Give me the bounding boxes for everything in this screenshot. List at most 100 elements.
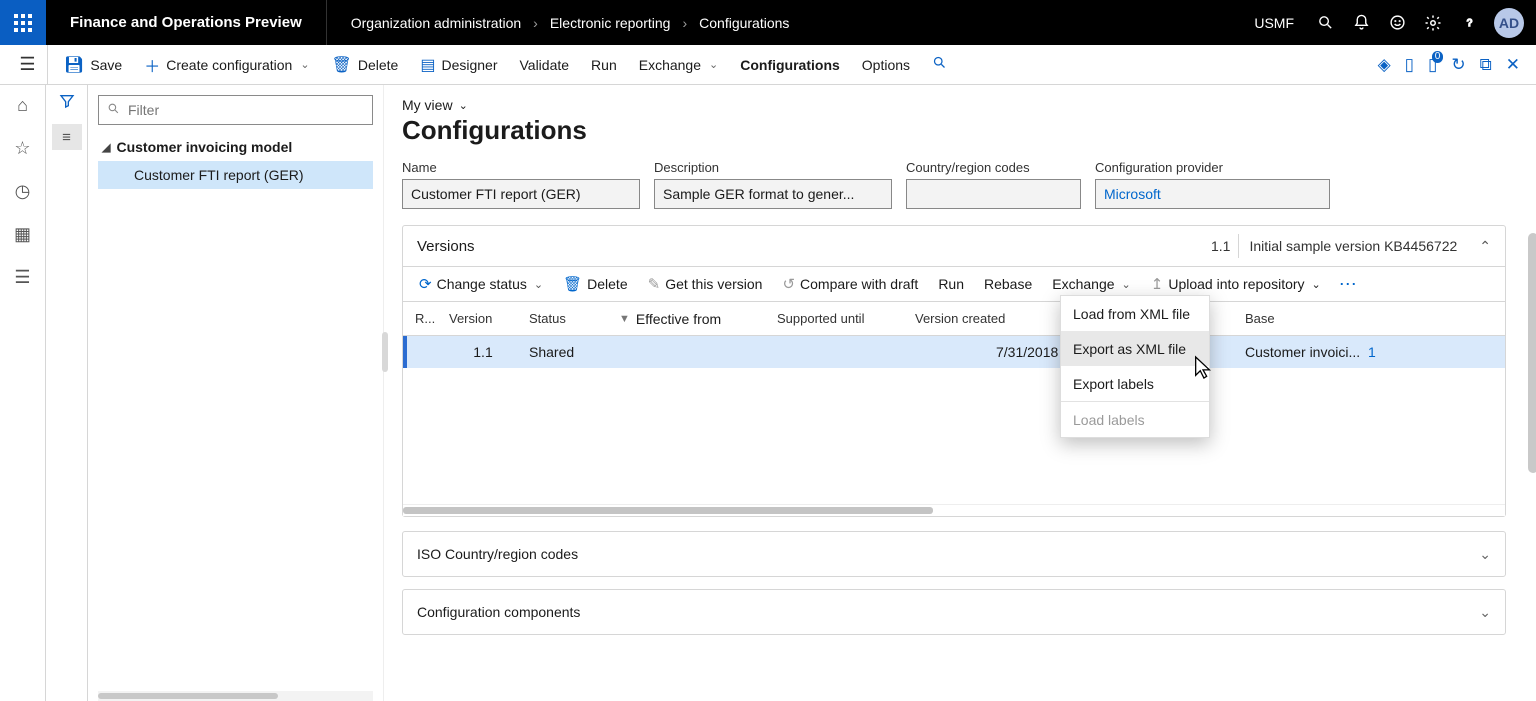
trash-icon: 🗑︎ [332, 55, 352, 75]
col-supported[interactable]: Supported until [771, 311, 909, 326]
app-launcher-button[interactable] [0, 0, 46, 45]
avatar[interactable]: AD [1494, 8, 1524, 38]
breadcrumb-item[interactable]: Configurations [699, 15, 789, 31]
chevron-right-icon: › [682, 15, 687, 31]
home-icon[interactable]: ⌂ [17, 95, 28, 116]
gear-icon[interactable] [1422, 12, 1444, 34]
breadcrumb: Organization administration › Electronic… [327, 15, 790, 31]
version-run-button[interactable]: Run [930, 266, 972, 302]
iso-codes-panel[interactable]: ISO Country/region codes ⌄ [402, 531, 1506, 577]
attachments-icon[interactable]: ▯0 [1428, 55, 1437, 75]
country-codes-field[interactable] [906, 179, 1081, 209]
exchange-dropdown: Load from XML file Export as XML file Ex… [1060, 295, 1210, 438]
search-icon [932, 55, 947, 75]
close-icon[interactable]: ✕ [1506, 55, 1520, 75]
field-label: Country/region codes [906, 160, 1081, 175]
save-button[interactable]: 💾︎Save [54, 45, 132, 85]
filter-input-wrap[interactable] [98, 95, 373, 125]
provider-field[interactable]: Microsoft [1095, 179, 1330, 209]
rebase-button: Rebase [976, 266, 1040, 302]
search-icon[interactable] [1314, 12, 1336, 34]
header-right-icons: USMF ? AD [1254, 8, 1536, 38]
badge: 0 [1432, 51, 1444, 63]
configurations-tab[interactable]: Configurations [730, 45, 850, 85]
tree-node-selected[interactable]: Customer FTI report (GER) [98, 161, 373, 189]
bell-icon[interactable] [1350, 12, 1372, 34]
vertical-scrollbar[interactable] [1528, 233, 1536, 473]
menu-export-xml[interactable]: Export as XML file [1061, 331, 1209, 366]
delete-button[interactable]: 🗑︎Delete [322, 45, 409, 85]
chevron-down-icon: ⌄ [300, 58, 309, 71]
trash-icon: 🗑︎ [563, 275, 582, 293]
list-icon[interactable]: ≡ [52, 124, 82, 150]
action-bar-right-icons: ◈ ▯ ▯0 ↻ ⧉ ✕ [1378, 55, 1528, 75]
header-version-desc: Initial sample version KB4456722 [1249, 238, 1457, 254]
exchange-button[interactable]: Exchange⌄ [629, 45, 729, 85]
chevron-up-icon: ⌃ [1479, 238, 1491, 255]
recent-icon[interactable]: ◷ [15, 181, 31, 202]
config-components-panel[interactable]: Configuration components ⌄ [402, 589, 1506, 635]
workspace-icon[interactable]: ▦ [14, 224, 31, 245]
name-field[interactable]: Customer FTI report (GER) [402, 179, 640, 209]
menu-export-labels[interactable]: Export labels [1061, 366, 1209, 401]
create-configuration-button[interactable]: ＋Create configuration⌄ [134, 45, 319, 85]
body: ⌂ ☆ ◷ ▦ ☰ ≡ ◢ Customer invoicing model C… [0, 85, 1536, 701]
star-icon[interactable]: ☆ [14, 138, 30, 159]
tree-node-root[interactable]: ◢ Customer invoicing model [98, 133, 373, 161]
more-button[interactable]: ⋯ [1333, 274, 1365, 295]
funnel-icon[interactable] [59, 93, 75, 114]
col-r[interactable]: R... [409, 311, 443, 326]
breadcrumb-item[interactable]: Organization administration [351, 15, 521, 31]
tree-horizontal-scrollbar[interactable] [98, 691, 373, 701]
versions-toolbar: ⟳Change status⌄ 🗑︎Delete ✎Get this versi… [403, 266, 1505, 302]
cell-base[interactable]: Customer invoici... 1 [1239, 344, 1399, 360]
versions-panel-header[interactable]: Versions 1.1 Initial sample version KB44… [403, 226, 1505, 266]
detail-fields: Name Customer FTI report (GER) Descripti… [402, 160, 1506, 209]
office-icon[interactable]: ▯ [1405, 55, 1414, 75]
my-view-button[interactable]: My view⌄ [402, 97, 1506, 113]
top-header: Finance and Operations Preview Organizat… [0, 0, 1536, 45]
breadcrumb-item[interactable]: Electronic reporting [550, 15, 671, 31]
versions-panel: Versions 1.1 Initial sample version KB44… [402, 225, 1506, 517]
quick-search-button[interactable] [922, 45, 957, 85]
menu-load-xml[interactable]: Load from XML file [1061, 296, 1209, 331]
table-row[interactable]: 1.1 Shared 7/31/2018 5:51:01 AM Customer… [403, 336, 1505, 368]
company-code[interactable]: USMF [1254, 15, 1300, 31]
refresh-icon[interactable]: ↻ [1451, 55, 1465, 75]
filter-input[interactable] [126, 101, 364, 119]
caret-down-icon: ◢ [102, 141, 110, 154]
col-version[interactable]: Version [443, 311, 523, 326]
smile-icon[interactable] [1386, 12, 1408, 34]
designer-icon: ▤ [420, 55, 435, 75]
chevron-down-icon: ⌄ [1122, 278, 1131, 291]
chevron-right-icon: › [533, 15, 538, 31]
cycle-icon: ⟳ [419, 275, 432, 293]
options-tab[interactable]: Options [852, 45, 920, 85]
validate-button[interactable]: Validate [509, 45, 579, 85]
col-base[interactable]: Base [1239, 311, 1399, 326]
cell-version: 1.1 [443, 344, 523, 360]
app-name: Finance and Operations Preview [46, 0, 327, 45]
page-title: Configurations [402, 115, 1506, 146]
version-delete-button[interactable]: 🗑︎Delete [555, 266, 636, 302]
waffle-icon [14, 14, 32, 32]
config-tree: ◢ Customer invoicing model Customer FTI … [98, 133, 373, 189]
run-button[interactable]: Run [581, 45, 627, 85]
upload-icon: ↥ [1151, 275, 1164, 293]
help-icon[interactable]: ? [1458, 12, 1480, 34]
popout-icon[interactable]: ⧉ [1480, 55, 1492, 75]
description-field[interactable]: Sample GER format to gener... [654, 179, 892, 209]
designer-button[interactable]: ▤Designer [410, 45, 507, 85]
col-effective[interactable]: ▼Effective from [613, 311, 771, 327]
modules-icon[interactable]: ☰ [14, 267, 30, 288]
chevron-down-icon: ⌄ [1479, 546, 1491, 563]
grid-header: R... Version Status ▼Effective from Supp… [403, 302, 1505, 336]
chevron-down-icon: ⌄ [1479, 604, 1491, 621]
splitter-handle[interactable] [382, 332, 388, 372]
grid-horizontal-scrollbar[interactable] [403, 504, 1505, 516]
hamburger-button[interactable]: ☰ [8, 45, 48, 85]
change-status-button[interactable]: ⟳Change status⌄ [411, 266, 551, 302]
col-status[interactable]: Status [523, 311, 613, 326]
grid-body: 1.1 Shared 7/31/2018 5:51:01 AM Customer… [403, 336, 1505, 504]
diamond-icon[interactable]: ◈ [1378, 55, 1391, 75]
